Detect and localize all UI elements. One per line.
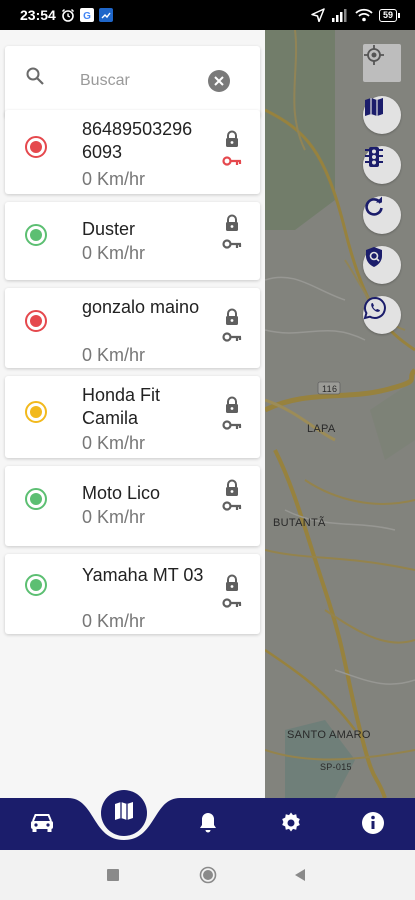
nav-settings-button[interactable] [278, 812, 304, 838]
app-icon [98, 8, 113, 22]
vehicle-name: Yamaha MT 03 [82, 565, 204, 585]
lock-icon[interactable] [224, 130, 240, 153]
search-input[interactable] [80, 72, 200, 90]
ignition-key-icon [222, 596, 242, 614]
vehicle-name: Moto Lico [82, 483, 161, 503]
vehicle-card[interactable]: Yamaha MT 03 0 Km/hr [5, 554, 260, 634]
lock-icon[interactable] [224, 308, 240, 331]
vehicle-card[interactable]: Duster 0 Km/hr [5, 202, 260, 280]
lock-icon[interactable] [224, 574, 240, 597]
ignition-key-icon [222, 237, 242, 255]
vehicle-name: 86489503296 6093 [82, 119, 193, 162]
lock-icon[interactable] [224, 214, 240, 237]
vehicle-speed: 0 Km/hr [82, 433, 146, 453]
recents-square-icon[interactable] [106, 868, 120, 887]
ignition-key-icon [222, 154, 242, 172]
status-dot-icon [25, 488, 47, 510]
close-icon [214, 76, 224, 86]
refresh-button[interactable] [363, 196, 401, 234]
ignition-key-icon [222, 330, 242, 348]
vehicle-card[interactable]: Moto Lico 0 Km/hr [5, 466, 260, 546]
vehicle-drawer: 86489503296 60930 Km/hrDuster0 Km/hrgonz… [0, 30, 265, 798]
status-time: 23:54 [20, 7, 56, 23]
drawer-scrim[interactable] [265, 30, 415, 798]
vehicle-name: Honda Fit Camila [82, 385, 161, 428]
status-dot-icon [25, 401, 47, 423]
map-view[interactable]: 116 LAPA BUTANTÃ SANTO AMARO SP-015 [265, 30, 415, 798]
info-icon [361, 811, 385, 840]
status-dot-icon [25, 574, 47, 596]
status-bar: 23:54 G 59 [0, 0, 415, 30]
search-bar [5, 46, 260, 118]
bottom-navigation [0, 790, 415, 850]
signal-icon [331, 8, 349, 22]
system-navigation-bar [0, 850, 415, 900]
status-dot-icon [25, 136, 47, 158]
status-dot-icon [25, 224, 47, 246]
ignition-key-icon [222, 418, 242, 436]
alarm-icon [61, 8, 75, 22]
svg-text:G: G [83, 11, 91, 22]
traffic-button[interactable] [363, 146, 401, 184]
location-arrow-icon [311, 8, 325, 22]
home-circle-icon[interactable] [199, 866, 217, 889]
vehicle-speed: 0 Km/hr [82, 169, 146, 189]
vehicle-card[interactable]: gonzalo maino 0 Km/hr [5, 288, 260, 368]
bell-icon [197, 811, 219, 840]
vehicle-speed: 0 Km/hr [82, 345, 146, 365]
geofence-button[interactable] [363, 246, 401, 284]
whatsapp-button[interactable] [363, 296, 401, 334]
nav-vehicles-button[interactable] [29, 812, 55, 838]
vehicle-name: gonzalo maino [82, 297, 200, 317]
status-dot-icon [25, 310, 47, 332]
vehicle-speed: 0 Km/hr [82, 611, 146, 631]
lock-icon[interactable] [224, 396, 240, 419]
vehicle-speed: 0 Km/hr [82, 507, 146, 527]
search-icon [25, 66, 45, 91]
wifi-icon [355, 8, 373, 22]
google-icon: G [79, 8, 94, 22]
nav-map-button[interactable] [101, 790, 147, 836]
vehicle-name: Duster [82, 219, 136, 239]
gear-icon [279, 811, 303, 840]
ignition-key-icon [222, 499, 242, 517]
my-location-button[interactable] [363, 44, 401, 82]
vehicle-card[interactable]: Honda Fit Camila 0 Km/hr [5, 376, 260, 458]
vehicle-card[interactable]: 86489503296 6093 0 Km/hr [5, 110, 260, 194]
battery-icon: 59 [378, 8, 401, 22]
clear-search-button[interactable] [208, 70, 230, 92]
back-triangle-icon[interactable] [293, 868, 307, 887]
map-icon [113, 800, 135, 827]
nav-info-button[interactable] [360, 811, 386, 840]
car-icon [29, 812, 55, 839]
vehicle-speed: 0 Km/hr [82, 243, 146, 263]
map-layers-button[interactable] [363, 96, 401, 134]
nav-alerts-button[interactable] [195, 812, 221, 838]
